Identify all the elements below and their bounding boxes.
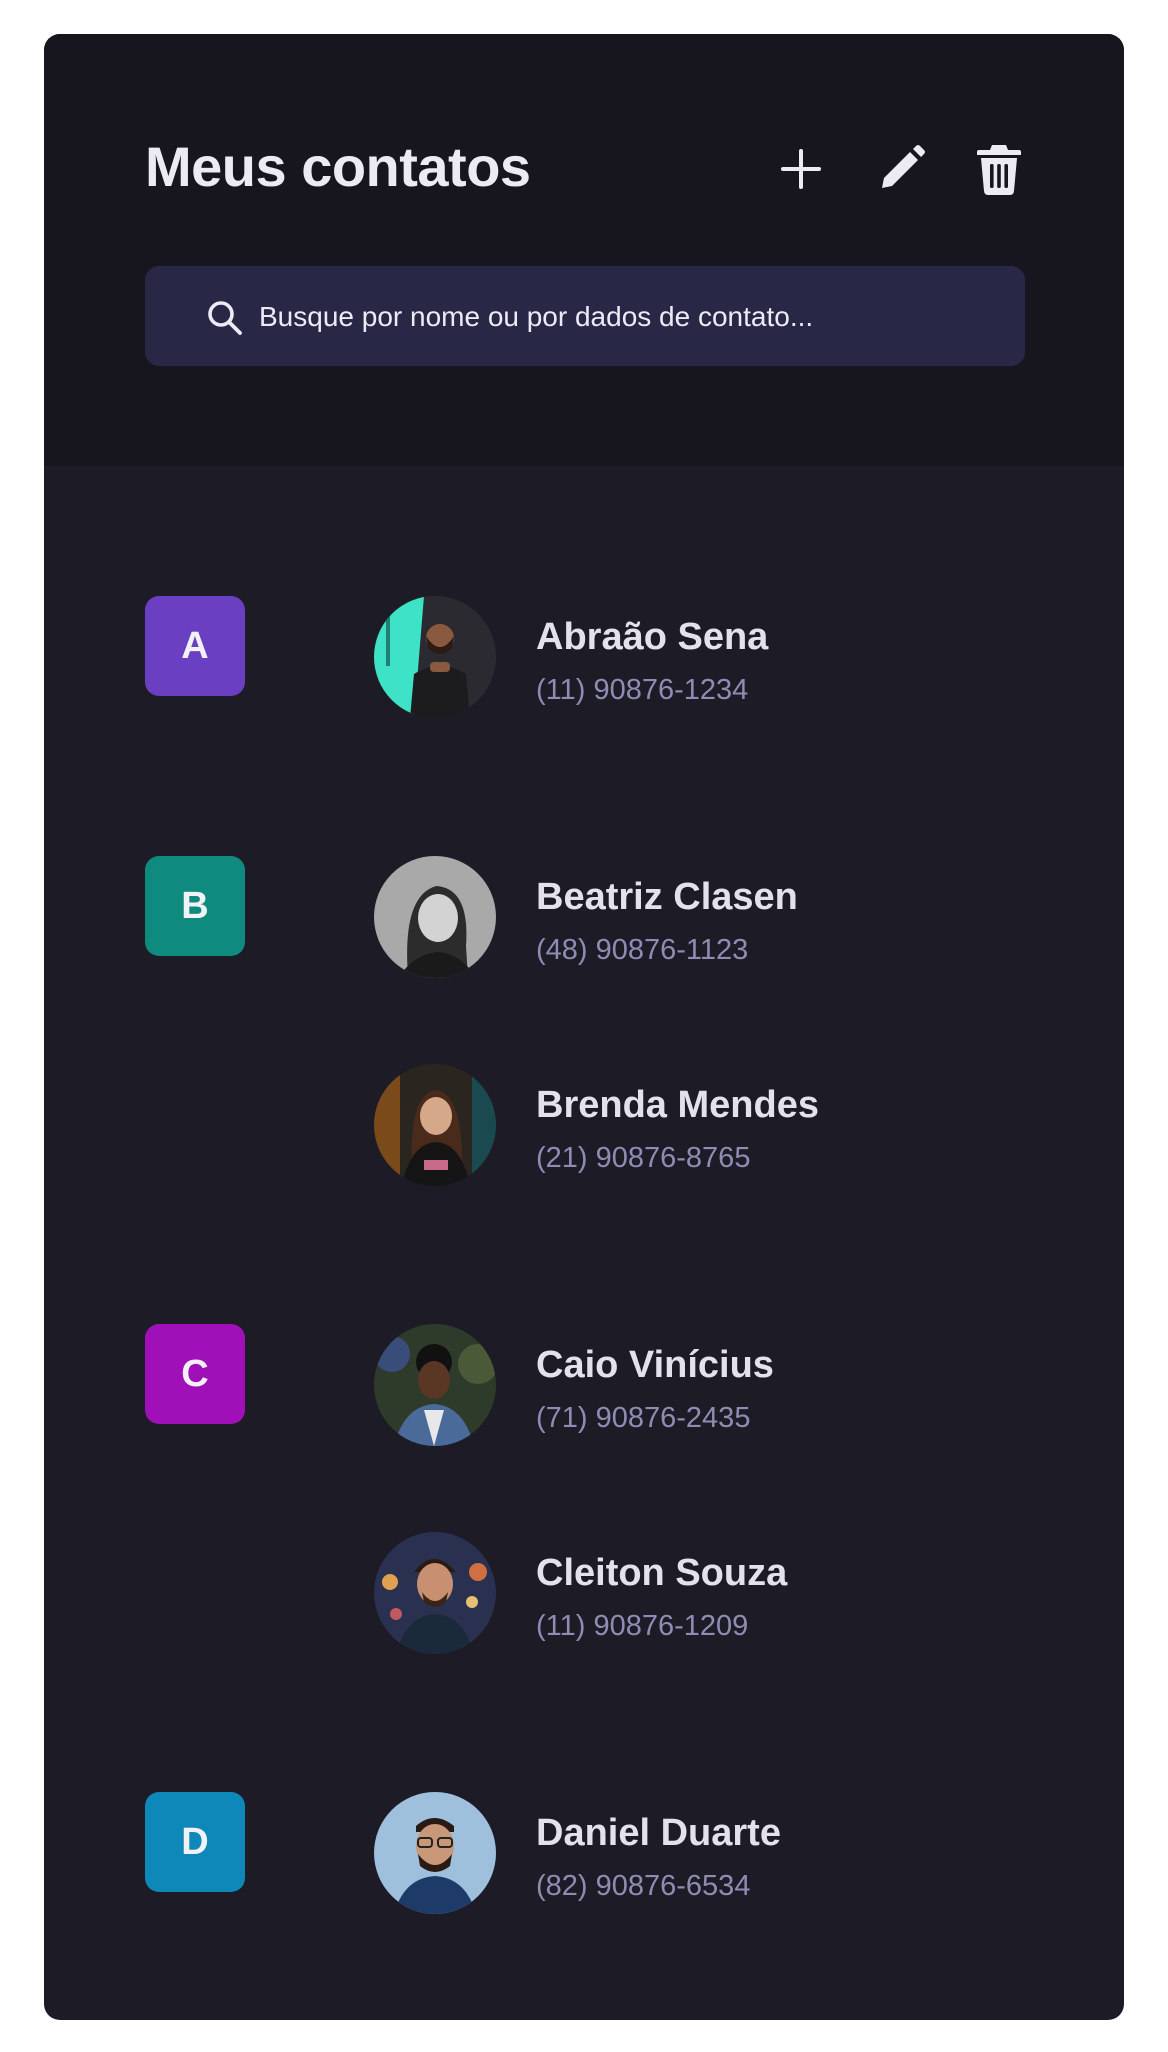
avatar [374, 1792, 496, 1914]
contact-item[interactable]: Daniel Duarte (82) 90876-6534 [374, 1792, 974, 1914]
letter-badge-d: D [145, 1792, 245, 1892]
pencil-icon [882, 145, 925, 188]
contact-item[interactable]: Abraão Sena (11) 90876-1234 [374, 596, 974, 718]
contact-name: Daniel Duarte [536, 1812, 781, 1854]
contact-phone: (11) 90876-1209 [536, 1610, 749, 1642]
plus-icon [781, 149, 821, 189]
search-icon [208, 301, 242, 335]
contact-name: Brenda Mendes [536, 1084, 819, 1126]
contact-item[interactable]: Beatriz Clasen (48) 90876-1123 [374, 856, 974, 978]
page-title: Meus contatos [145, 135, 531, 198]
edit-contact-button[interactable] [869, 137, 933, 201]
contact-phone: (11) 90876-1234 [536, 674, 749, 706]
avatar [374, 1324, 496, 1446]
contact-phone: (71) 90876-2435 [536, 1402, 751, 1434]
contacts-card: Meus contatos Busque por nome ou por dad… [44, 34, 1124, 2020]
letter-badge-c: C [145, 1324, 245, 1424]
search-input[interactable] [257, 292, 1001, 342]
contact-name: Caio Vinícius [536, 1344, 774, 1386]
contact-name: Cleiton Souza [536, 1552, 788, 1594]
contact-name: Beatriz Clasen [536, 876, 798, 918]
contact-item[interactable]: Cleiton Souza (11) 90876-1209 [374, 1532, 974, 1654]
trash-icon [977, 145, 1021, 195]
contact-name: Abraão Sena [536, 616, 769, 658]
avatar [374, 596, 496, 718]
add-contact-button[interactable] [769, 137, 833, 201]
letter-badge-a: A [145, 596, 245, 696]
search-box[interactable] [145, 266, 1025, 366]
avatar [374, 856, 496, 978]
header: Meus contatos [44, 34, 1124, 466]
contact-phone: (48) 90876-1123 [536, 934, 749, 966]
avatar [374, 1064, 496, 1186]
contact-phone: (21) 90876-8765 [536, 1142, 751, 1174]
contact-item[interactable]: Brenda Mendes (21) 90876-8765 [374, 1064, 974, 1186]
avatar [374, 1532, 496, 1654]
contact-phone: (82) 90876-6534 [536, 1870, 751, 1902]
letter-badge-b: B [145, 856, 245, 956]
contact-item[interactable]: Caio Vinícius (71) 90876-2435 [374, 1324, 974, 1446]
delete-contact-button[interactable] [967, 137, 1031, 201]
